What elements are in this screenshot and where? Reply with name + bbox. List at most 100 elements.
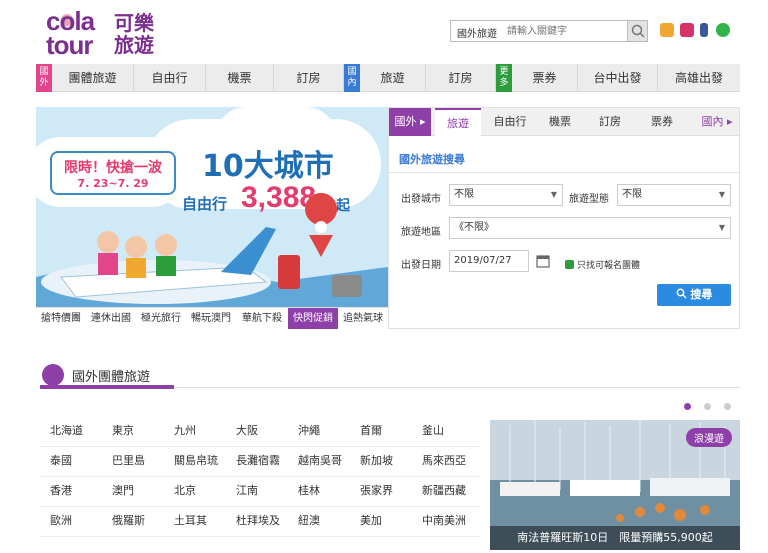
destination-link[interactable]: 美加 (350, 510, 382, 540)
destination-link[interactable]: 巴里島 (102, 450, 145, 480)
banner-tab[interactable]: 追熱氣球 (338, 308, 388, 329)
destination-link[interactable]: 歐洲 (40, 510, 72, 540)
nav-item-flight[interactable]: 機票 (206, 64, 274, 92)
nav-tag-domestic: 國內 (344, 64, 360, 92)
search-input[interactable] (507, 23, 625, 39)
tab-travel[interactable]: 旅遊 (435, 108, 481, 136)
destination-link[interactable]: 北海道 (40, 420, 83, 450)
destination-link[interactable]: 九州 (164, 420, 196, 450)
section-title: 國外團體旅遊 (72, 370, 151, 385)
nav-tag-overseas: 國外 (36, 64, 52, 92)
destination-link[interactable]: 香港 (40, 480, 72, 510)
nav-item-fit[interactable]: 自由行 (134, 64, 206, 92)
section-accent-bar (40, 385, 174, 389)
site-search: 國外旅遊 (450, 20, 648, 42)
search-icon (676, 288, 687, 299)
nav-item-domestic-travel[interactable]: 旅遊 (360, 64, 426, 92)
promo-banner[interactable]: 限時！快搶一波 7. 23~7. 29 10大城市 自由行 3,388 起 (36, 107, 388, 309)
destination-link[interactable]: 中南美洲 (412, 510, 466, 540)
facebook-icon[interactable] (700, 23, 708, 37)
feature-badge: 浪漫遊 (686, 428, 732, 447)
banner-tab[interactable]: 連休出國 (86, 308, 136, 329)
destination-link[interactable]: 越南吳哥 (288, 450, 342, 480)
blog-icon[interactable] (660, 23, 674, 37)
depart-date-input[interactable]: 2019/07/27 (449, 250, 529, 272)
destination-link[interactable]: 沖繩 (288, 420, 320, 450)
logo-text-cn2: 旅遊 (114, 33, 154, 57)
nav-tag-more: 更多 (496, 64, 512, 92)
nav-item-domestic-hotel[interactable]: 訂房 (426, 64, 496, 92)
destination-link[interactable]: 首爾 (350, 420, 382, 450)
search-button[interactable] (627, 21, 647, 41)
chevron-down-icon: ▼ (718, 223, 725, 232)
chevron-down-icon: ▼ (550, 190, 557, 199)
banner-tabs: 搶特價團 連休出國 極光旅行 暢玩澳門 華航下殺 快閃促銷 追熱氣球 (36, 307, 388, 329)
banner-tab[interactable]: 極光旅行 (136, 308, 186, 329)
banner-tab-active[interactable]: 快閃促銷 (288, 308, 338, 329)
banner-tab[interactable]: 華航下殺 (236, 308, 288, 329)
banner-tab[interactable]: 搶特價團 (36, 308, 86, 329)
destination-link[interactable]: 北京 (164, 480, 196, 510)
globe-icon (42, 364, 64, 386)
featured-tour-card[interactable]: 浪漫遊 南法普羅旺斯10日 限量預購55,900起 (490, 420, 740, 550)
depart-date-label: 出發日期 (401, 260, 441, 271)
tab-hotel[interactable]: 訂房 (587, 108, 633, 136)
calendar-icon[interactable] (536, 254, 550, 268)
destination-link[interactable]: 泰國 (40, 450, 72, 480)
tab-domestic[interactable]: 國內 ▸ (695, 108, 739, 136)
banner-illustration (36, 193, 388, 309)
carousel-dot[interactable] (704, 403, 711, 410)
destination-link[interactable]: 大阪 (226, 420, 258, 450)
search-submit-button[interactable]: 搜尋 (657, 284, 731, 306)
destination-link[interactable]: 新加坡 (350, 450, 393, 480)
checkbox-checked-icon (565, 260, 574, 269)
depart-city-label: 出發城市 (401, 194, 441, 205)
destination-link[interactable]: 張家界 (350, 480, 393, 510)
only-available-checkbox[interactable]: 只找可報名團體 (565, 258, 640, 271)
depart-city-select[interactable]: 不限 ▼ (449, 184, 563, 206)
region-select[interactable]: 《不限》 ▼ (449, 217, 731, 239)
destination-link[interactable]: 土耳其 (164, 510, 207, 540)
destination-link[interactable]: 長灘宿霧 (226, 450, 280, 480)
nav-item-group-tour[interactable]: 團體旅遊 (52, 64, 134, 92)
nav-item-kaohsiung[interactable]: 高雄出發 (658, 64, 740, 92)
carousel-dot-active[interactable] (684, 403, 691, 410)
section-header: 國外團體旅遊 (40, 362, 740, 392)
panel-divider (389, 172, 739, 173)
region-label: 旅遊地區 (401, 227, 441, 238)
destination-link[interactable]: 馬來西亞 (412, 450, 466, 480)
tab-fit[interactable]: 自由行 (485, 108, 535, 136)
nav-item-hotel[interactable]: 訂房 (274, 64, 344, 92)
logo-text-cola: cola (46, 6, 95, 36)
destination-link[interactable]: 紐澳 (288, 510, 320, 540)
chevron-down-icon: ▼ (718, 190, 725, 199)
tab-overseas[interactable]: 國外 ▸ (389, 108, 431, 136)
destination-link[interactable]: 杜拜埃及 (226, 510, 280, 540)
instagram-icon[interactable] (680, 23, 694, 37)
search-category[interactable]: 國外旅遊 (457, 25, 497, 40)
destination-link[interactable]: 關島帛琉 (164, 450, 218, 480)
tab-ticket[interactable]: 票券 (639, 108, 685, 136)
nav-item-ticket[interactable]: 票券 (512, 64, 578, 92)
carousel-dot[interactable] (724, 403, 731, 410)
logo-text-tour: tour (46, 30, 94, 60)
destination-link[interactable]: 釜山 (412, 420, 444, 450)
logo-text-cn1: 可樂 (114, 11, 154, 35)
destination-link[interactable]: 東京 (102, 420, 134, 450)
destination-link[interactable]: 新疆西藏 (412, 480, 466, 510)
main-nav: 國外 團體旅遊 自由行 機票 訂房 國內 旅遊 訂房 更多 票券 台中出發 高雄… (36, 64, 740, 92)
travel-type-select[interactable]: 不限 ▼ (617, 184, 731, 206)
feature-caption: 南法普羅旺斯10日 限量預購55,900起 (490, 526, 740, 550)
tab-flight[interactable]: 機票 (537, 108, 583, 136)
destination-link[interactable]: 澳門 (102, 480, 134, 510)
colatour-logo[interactable]: cola tour 可樂 旅遊 (46, 6, 166, 60)
destination-link[interactable]: 桂林 (288, 480, 320, 510)
nav-item-taichung[interactable]: 台中出發 (578, 64, 658, 92)
search-icon (631, 24, 645, 38)
destination-link[interactable]: 江南 (226, 480, 258, 510)
travel-type-label: 旅遊型態 (569, 194, 609, 205)
banner-tab[interactable]: 暢玩澳門 (186, 308, 236, 329)
panel-title: 國外旅遊搜尋 (399, 153, 465, 166)
line-icon[interactable] (716, 23, 730, 37)
destination-link[interactable]: 俄羅斯 (102, 510, 145, 540)
